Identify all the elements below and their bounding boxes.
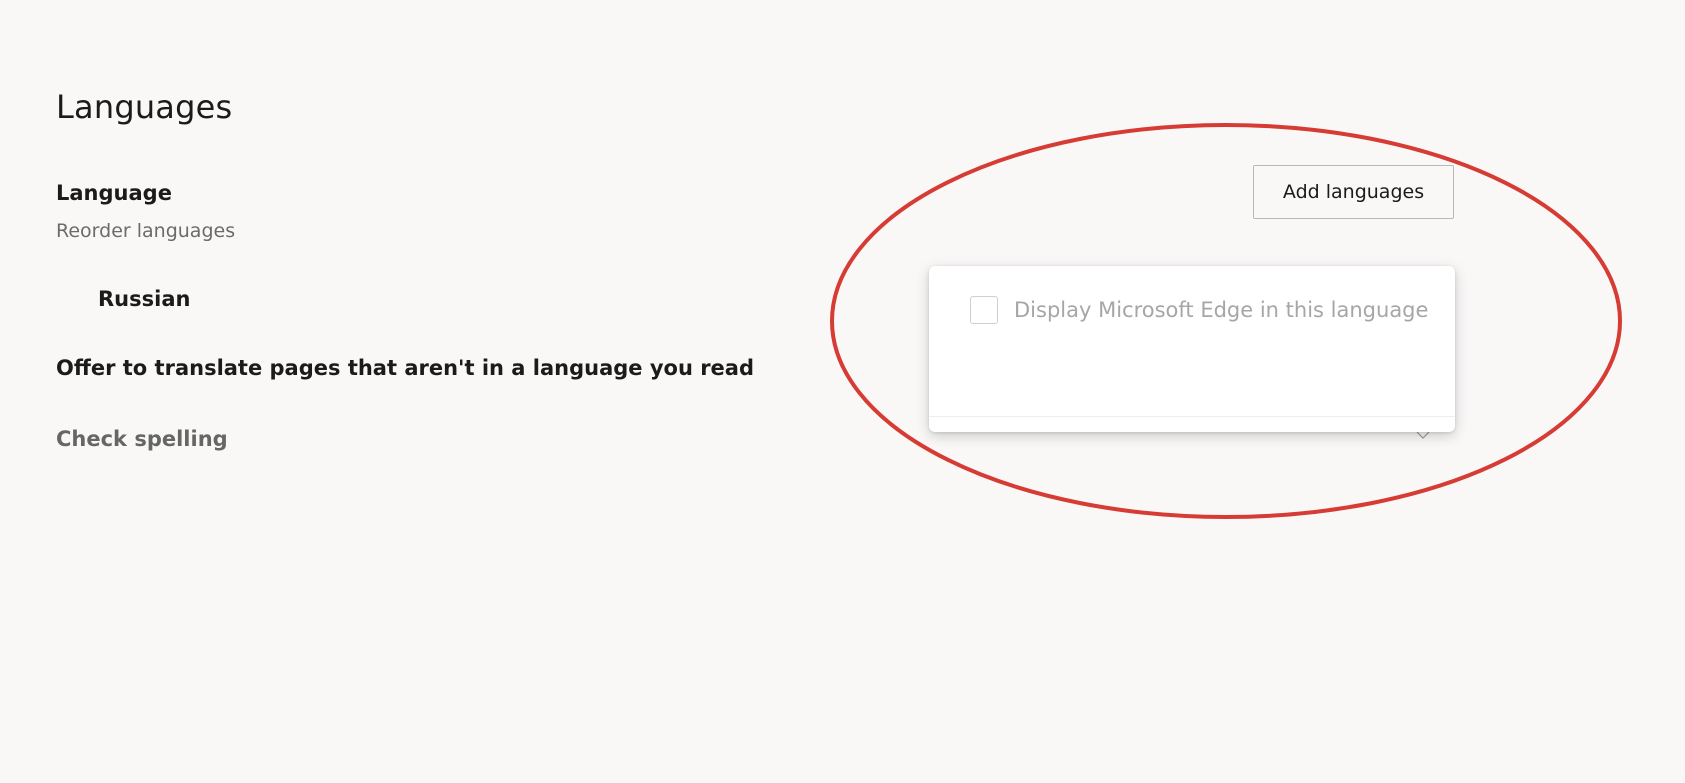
language-item-russian[interactable]: Russian [98, 287, 190, 311]
flyout-divider [929, 416, 1455, 417]
language-section-title: Language [56, 181, 172, 205]
reorder-languages-subtitle: Reorder languages [56, 220, 236, 242]
language-options-flyout: Display Microsoft Edge in this language [929, 266, 1455, 432]
display-in-language-option[interactable]: Display Microsoft Edge in this language [970, 296, 1428, 324]
display-language-checkbox-label: Display Microsoft Edge in this language [1014, 298, 1429, 322]
display-language-checkbox[interactable] [970, 296, 998, 324]
check-spelling-setting[interactable]: Check spelling [56, 427, 228, 451]
offer-translate-setting[interactable]: Offer to translate pages that aren't in … [56, 356, 754, 380]
add-languages-button[interactable]: Add languages [1253, 165, 1454, 219]
page-title: Languages [56, 88, 233, 126]
